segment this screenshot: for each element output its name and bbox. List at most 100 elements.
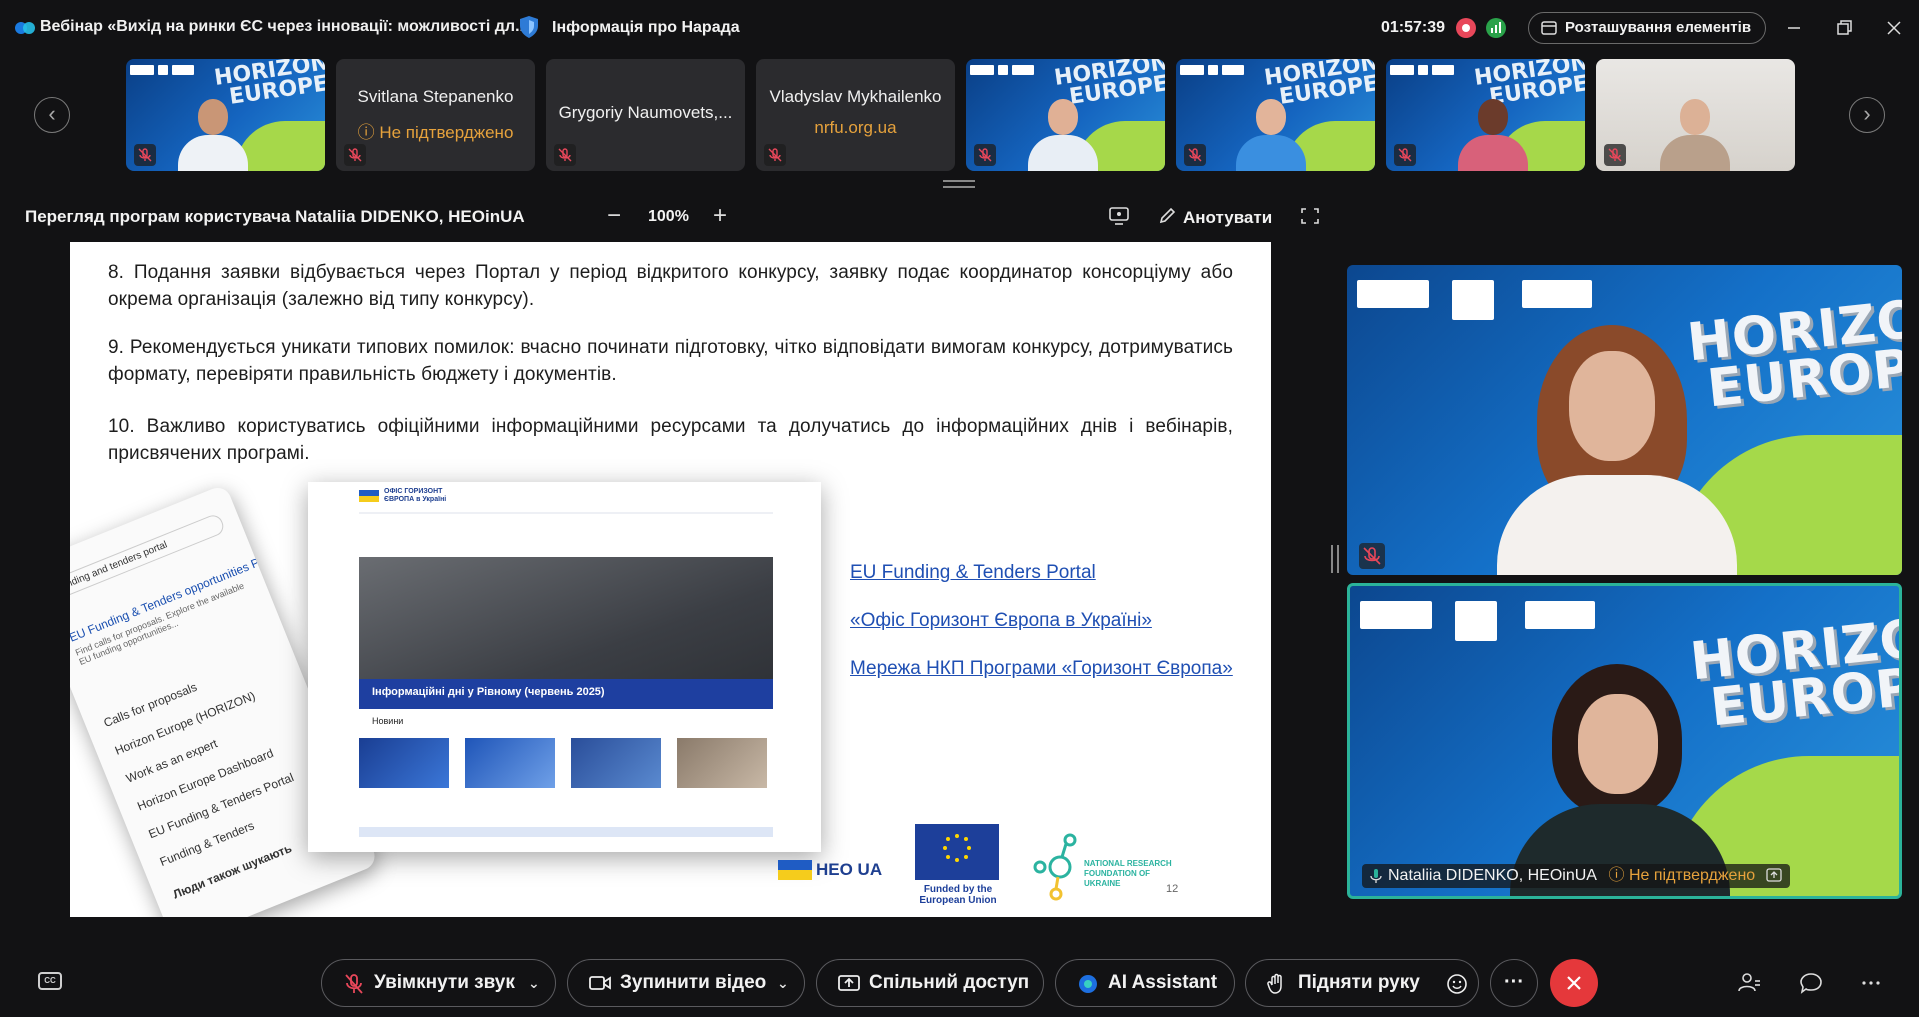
slide-paragraph-8: 8. Подання заявки відбувається через Пор… [108,262,1233,310]
filmstrip-resize-handle[interactable] [943,180,975,188]
window-title: Вебінар «Вихід на ринки ЄС через інновац… [40,18,529,35]
filmstrip-next-button[interactable]: › [1849,97,1885,133]
active-speaker-video[interactable]: HORIZON EUROPE Nataliia DIDENKO, HEOinUA… [1347,583,1902,899]
more-panels-icon[interactable] [1858,970,1884,996]
layout-icon [1541,21,1557,35]
share-label: Спільний доступ [869,972,1030,993]
stop-video-button[interactable]: Зупинити відео ⌄ [567,959,805,1007]
title-bar: Вебінар «Вихід на ринки ЄС через інновац… [0,0,1919,56]
muted-mic-icon [1604,144,1626,166]
participants-icon[interactable] [1736,970,1762,996]
ai-assistant-icon [1079,975,1097,993]
pop-out-icon[interactable] [1765,868,1782,882]
participant-tile-video[interactable] [1596,59,1795,171]
reactions-icon[interactable] [1446,973,1468,995]
website-logo-text: ОФІС ГОРИЗОНТ ЄВРОПА в Україні [384,488,447,503]
slide-page-number: 12 [1166,883,1179,895]
minimize-icon[interactable] [1784,18,1804,38]
nrfu-label: NATIONAL RESEARCH FOUNDATION OF UKRAINE [1084,859,1172,888]
raise-hand-button[interactable]: Підняти руку [1245,959,1479,1007]
unmute-button[interactable]: Увімкнути звук ⌄ [321,959,556,1007]
nrfu-logo-small [1525,601,1595,629]
chat-icon[interactable] [1798,970,1824,996]
annotate-button[interactable]: Анотувати [1183,208,1272,228]
participant-video [1458,91,1528,171]
close-icon[interactable] [1884,18,1904,38]
stop-video-label: Зупинити відео [620,972,767,993]
question-circle-icon: ⓘ [357,123,380,142]
filmstrip-prev-button[interactable]: ‹ [34,97,70,133]
annotate-pen-icon[interactable] [1157,206,1179,226]
shield-icon[interactable] [518,15,540,39]
eu-logo-small [1452,280,1494,320]
restore-icon[interactable] [1834,18,1854,38]
recording-icon[interactable] [1456,18,1476,38]
closed-captions-button[interactable]: CC [38,972,62,990]
panel-resize-handle[interactable] [1331,545,1339,573]
layout-button[interactable]: Розташування елементів [1528,12,1767,44]
muted-mic-icon [1394,144,1416,166]
participant-tile[interactable]: Grygoriy Naumovets,... [546,59,745,171]
video-camera-icon [589,976,611,990]
more-options-button[interactable]: ··· [1490,959,1538,1007]
chevron-down-icon[interactable]: ⌄ [528,960,540,1006]
eu-logo-small [1455,601,1497,641]
shared-slide: 8. Подання заявки відбувається через Пор… [70,242,1271,917]
speaker-video-1[interactable]: HORIZON EUROPE [1347,265,1902,575]
ai-assistant-button[interactable]: AI Assistant [1055,959,1235,1007]
raise-hand-label: Підняти руку [1298,972,1420,993]
leave-meeting-button[interactable] [1550,959,1598,1007]
nrfu-logo-icon [1033,833,1077,901]
muted-mic-icon [1359,543,1385,569]
zoom-out-button[interactable]: − [607,202,621,230]
share-title: Перегляд програм користувача Nataliia DI… [25,207,525,226]
participant-video [178,91,248,171]
news-card [359,738,449,788]
participant-tile-video[interactable]: HORIZON EUROPE [966,59,1165,171]
mic-icon [1370,869,1382,883]
participant-tile-video[interactable]: HORIZON EUROPE [1176,59,1375,171]
ua-flag-icon [359,490,379,502]
layout-button-label: Розташування елементів [1565,19,1752,36]
participant-status: ⓘ Не підтверджено [357,123,514,142]
active-speaker-name: Nataliia DIDENKO, HEOinUA [1388,867,1597,884]
share-button[interactable]: Спільний доступ [816,959,1044,1007]
zoom-level: 100% [648,208,689,225]
zoom-in-button[interactable]: + [713,202,727,230]
participant-tile-video[interactable]: HORIZON EUROPE [126,59,325,171]
heo-ua-logo: HEO UA [816,860,883,879]
heo-ua-logo-small [1357,280,1429,308]
eu-funded-label: Funded by the European Union [919,884,997,906]
website-news-label: Новини [372,716,404,726]
muted-mic-icon [344,144,366,166]
news-card [571,738,661,788]
office-website-screenshot: ОФІС ГОРИЗОНТ ЄВРОПА в Україні Інформаці… [308,482,821,852]
meeting-info-link[interactable]: Інформація про Нарада [552,19,740,37]
participant-name: Vladyslav Mykhailenko [769,87,942,106]
slide-paragraph-10: 10. Важливо користуватись офіційними інф… [108,416,1233,464]
news-card [465,738,555,788]
participant-tile[interactable]: Vladyslav Mykhailenko nrfu.org.ua [756,59,955,171]
participant-tile[interactable]: Svitlana Stepanenko ⓘ Не підтверджено [336,59,535,171]
unconfirmed-status: ⓘ Не підтверджено [1608,867,1756,884]
eu-flag-icon [915,824,999,880]
participant-tile-video[interactable]: HORIZON EUROPE [1386,59,1585,171]
ai-assistant-label: AI Assistant [1108,972,1218,993]
muted-mic-icon [1184,144,1206,166]
muted-mic-icon [134,144,156,166]
participant-video [1236,91,1306,171]
eu-funding-portal-link[interactable]: EU Funding & Tenders Portal [850,562,1096,584]
remote-control-icon[interactable] [1108,206,1130,226]
unmute-label: Увімкнути звук [374,972,515,993]
network-stats-icon[interactable] [1486,18,1506,38]
news-card [677,738,767,788]
chevron-down-icon[interactable]: ⌄ [777,960,789,1006]
tile-logos [130,65,220,77]
fullscreen-icon[interactable] [1299,206,1321,226]
speaker-person [1497,325,1737,575]
ncp-network-link[interactable]: Мережа НКП Програми «Горизонт Європа» [850,658,1233,680]
horizon-office-ukraine-link[interactable]: «Офіс Горизонт Європа в Україні» [850,610,1152,632]
raise-hand-icon [1267,973,1282,994]
website-hero-caption: Інформаційні дні у Рівному (червень 2025… [372,686,605,698]
participant-name: Grygoriy Naumovets,... [558,103,733,122]
